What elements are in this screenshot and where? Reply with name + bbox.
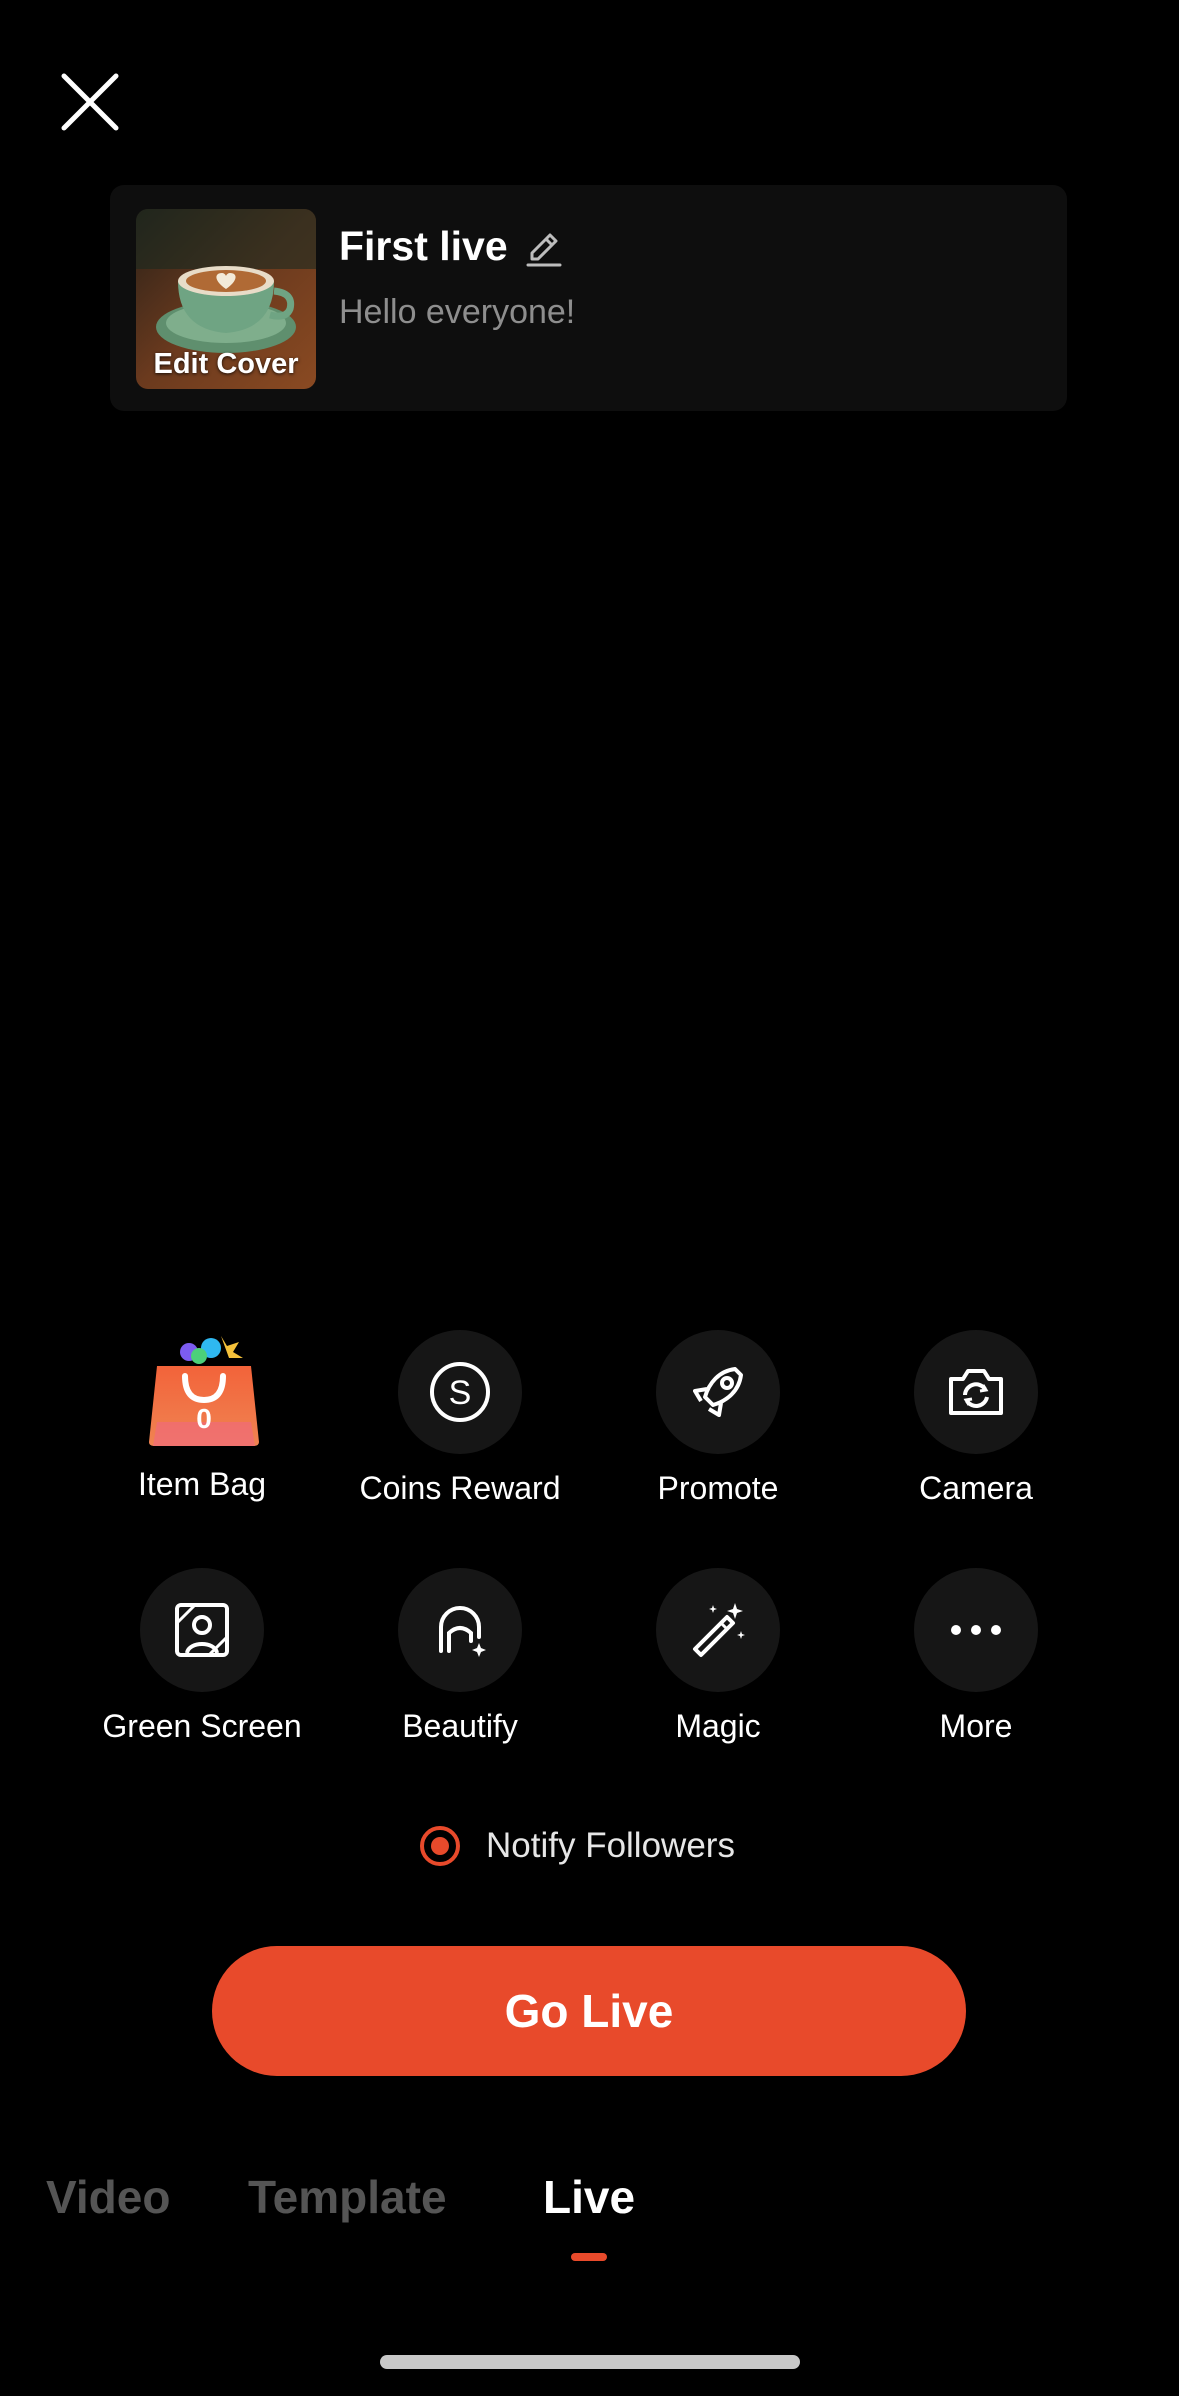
coins-reward-label: Coins Reward: [359, 1470, 561, 1506]
camera-label: Camera: [919, 1470, 1033, 1506]
magic-label: Magic: [675, 1708, 761, 1744]
svg-text:S: S: [449, 1374, 472, 1412]
green-screen-label: Green Screen: [102, 1708, 302, 1744]
more-button[interactable]: More: [847, 1568, 1105, 1748]
shopping-bag-icon: 0: [149, 1336, 259, 1446]
live-description[interactable]: Hello everyone!: [339, 293, 575, 332]
go-live-button[interactable]: Go Live: [212, 1946, 966, 2076]
tab-template[interactable]: Template: [248, 2170, 447, 2224]
item-bag-label: Item Bag: [137, 1466, 267, 1502]
promote-label: Promote: [657, 1470, 779, 1506]
live-info-card: Edit Cover First live Hello everyone!: [110, 185, 1067, 411]
coins-reward-button[interactable]: S Coins Reward: [331, 1330, 589, 1510]
beautify-button[interactable]: Beautify: [331, 1568, 589, 1748]
home-indicator[interactable]: [380, 2355, 800, 2369]
magic-wand-icon: [693, 1603, 745, 1657]
tab-video[interactable]: Video: [46, 2170, 170, 2224]
tab-live[interactable]: Live: [543, 2170, 635, 2224]
beautify-icon: [439, 1606, 486, 1657]
edit-cover-label[interactable]: Edit Cover: [136, 348, 316, 381]
cover-image[interactable]: Edit Cover: [136, 209, 316, 389]
camera-flip-icon: [949, 1369, 1003, 1415]
more-label: More: [939, 1708, 1013, 1744]
magic-button[interactable]: Magic: [589, 1568, 847, 1748]
camera-button[interactable]: Camera: [847, 1330, 1105, 1510]
close-icon: [61, 73, 119, 131]
rocket-icon: [693, 1367, 743, 1417]
promote-button[interactable]: Promote: [589, 1330, 847, 1510]
active-tab-indicator: [571, 2253, 607, 2261]
item-bag-count: 0: [196, 1403, 212, 1434]
notify-followers-label: Notify Followers: [486, 1826, 735, 1865]
item-bag-button[interactable]: 0 Item Bag: [73, 1330, 331, 1510]
green-screen-icon: [175, 1603, 229, 1657]
green-screen-button[interactable]: Green Screen: [73, 1568, 331, 1748]
live-title[interactable]: First live: [339, 223, 508, 270]
close-button[interactable]: [50, 62, 130, 142]
notify-radio-icon[interactable]: [420, 1826, 460, 1866]
coin-icon: S: [430, 1362, 490, 1422]
notify-followers-toggle[interactable]: Notify Followers: [420, 1818, 735, 1874]
beautify-label: Beautify: [402, 1708, 518, 1744]
more-dots-icon: [951, 1625, 1001, 1635]
pencil-icon[interactable]: [524, 229, 564, 269]
